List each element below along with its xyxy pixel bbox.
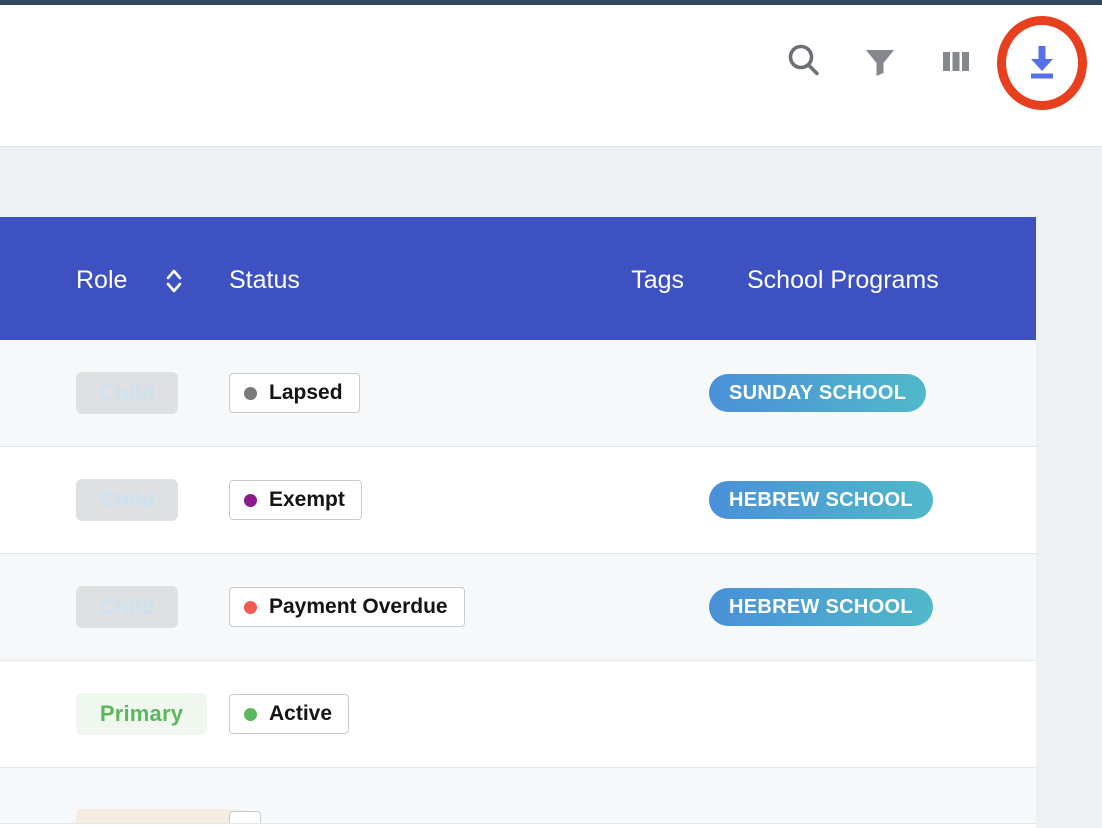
- data-table: Role Status Tags School Programs Child L…: [0, 217, 1036, 828]
- search-button[interactable]: [782, 41, 826, 85]
- cell-role: Child: [0, 586, 229, 628]
- column-header-role-label: Role: [76, 266, 128, 294]
- app-root: Role Status Tags School Programs Child L…: [0, 0, 1102, 828]
- table-toolbar: [0, 5, 1102, 147]
- filter-icon: [861, 42, 899, 85]
- toolbar-table-gap: [0, 147, 1102, 217]
- status-badge[interactable]: [229, 811, 261, 823]
- cell-role: Child: [0, 479, 229, 521]
- filter-button[interactable]: [858, 41, 902, 85]
- role-badge: Primary: [76, 693, 207, 735]
- status-dot-icon: [244, 707, 257, 721]
- table-row[interactable]: Child Exempt HEBREW SCHOOL: [0, 447, 1036, 554]
- cell-status: Lapsed: [229, 373, 559, 413]
- status-label: Payment Overdue: [269, 595, 448, 618]
- column-header-programs-label: School Programs: [747, 266, 939, 294]
- role-badge: Child: [76, 586, 178, 628]
- column-header-tags[interactable]: Tags: [559, 266, 684, 295]
- status-dot-icon: [244, 386, 257, 400]
- status-label: Active: [269, 702, 333, 725]
- cell-programs: SUNDAY SCHOOL: [684, 374, 964, 412]
- search-icon: [784, 41, 824, 86]
- column-header-status[interactable]: Status: [229, 266, 559, 295]
- table-row[interactable]: Primary Active: [0, 661, 1036, 768]
- school-program-pill[interactable]: HEBREW SCHOOL: [709, 481, 933, 519]
- status-badge[interactable]: Active: [229, 694, 350, 734]
- cell-status: Active: [229, 694, 559, 734]
- role-badge: [76, 809, 244, 823]
- cell-status: Exempt: [229, 480, 559, 520]
- status-label: Lapsed: [269, 381, 343, 404]
- download-button[interactable]: [997, 16, 1087, 110]
- columns-icon: [937, 42, 975, 85]
- status-badge[interactable]: Exempt: [229, 480, 362, 520]
- status-badge[interactable]: Payment Overdue: [229, 587, 465, 627]
- cell-programs: HEBREW SCHOOL: [684, 588, 964, 626]
- cell-role: [0, 809, 244, 823]
- table-row[interactable]: [0, 768, 1036, 824]
- cell-role: Primary: [0, 693, 229, 735]
- column-header-programs[interactable]: School Programs: [684, 266, 964, 295]
- status-dot-icon: [244, 493, 257, 507]
- role-badge: Child: [76, 479, 178, 521]
- column-header-status-label: Status: [229, 266, 300, 294]
- table-row[interactable]: Child Lapsed SUNDAY SCHOOL: [0, 340, 1036, 447]
- school-program-pill[interactable]: HEBREW SCHOOL: [709, 588, 933, 626]
- cell-status: Payment Overdue: [229, 587, 559, 627]
- column-header-role[interactable]: Role: [0, 264, 229, 298]
- column-header-tags-label: Tags: [631, 266, 684, 294]
- cell-programs: HEBREW SCHOOL: [684, 481, 964, 519]
- school-program-pill[interactable]: SUNDAY SCHOOL: [709, 374, 927, 412]
- sort-toggle-icon[interactable]: [163, 264, 185, 298]
- toolbar-actions: [782, 16, 1087, 110]
- status-label: Exempt: [269, 488, 345, 511]
- table-header-row: Role Status Tags School Programs: [0, 217, 1036, 340]
- status-dot-icon: [244, 600, 257, 614]
- table-row[interactable]: Child Payment Overdue HEBREW SCHOOL: [0, 554, 1036, 661]
- download-icon: [1022, 40, 1062, 87]
- role-badge: Child: [76, 372, 178, 414]
- status-badge[interactable]: Lapsed: [229, 373, 360, 413]
- cell-status: [229, 811, 559, 823]
- columns-button[interactable]: [934, 41, 978, 85]
- cell-role: Child: [0, 372, 229, 414]
